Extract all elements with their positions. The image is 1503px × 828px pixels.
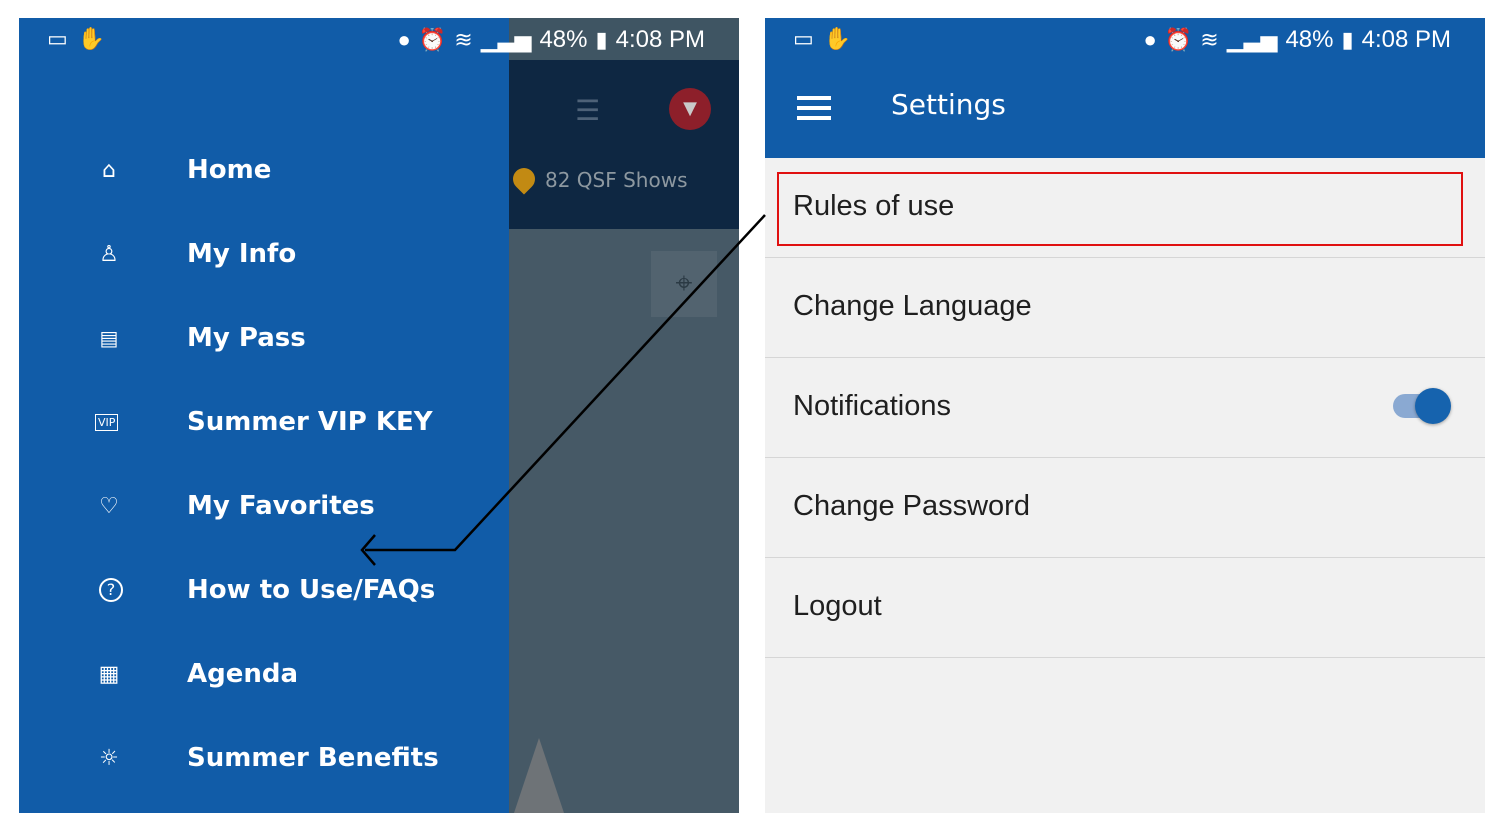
map-toolbar xyxy=(509,60,739,229)
menu-item-label: How to Use/FAQs xyxy=(187,575,436,605)
menu-item-label: My Favorites xyxy=(187,491,375,521)
setting-label: Change Password xyxy=(793,490,1030,522)
toggle-knob[interactable] xyxy=(1415,388,1451,424)
wifi-icon: ≋ xyxy=(454,27,473,52)
heart-icon: ♡ xyxy=(99,493,119,519)
menu-item-label: Agenda xyxy=(187,659,299,689)
battery-percent: 48% xyxy=(539,26,588,53)
setting-rules-of-use[interactable]: Rules of use xyxy=(765,158,1485,258)
signal-icon: ▁▃▅ xyxy=(480,27,532,52)
filter-icon[interactable]: ▼ xyxy=(669,88,711,130)
status-bar: ▭ ✋ ● ⏰ ≋ ▁▃▅ 48% ▮ 4:08 PM xyxy=(19,18,739,62)
alarm-icon: ⏰ xyxy=(418,27,447,52)
menu-item-label: My Pass xyxy=(187,323,306,353)
hand-icon: ✋ xyxy=(77,26,106,51)
battery-icon: ▮ xyxy=(1341,27,1354,52)
laptop-icon: ▭ xyxy=(47,26,68,51)
shows-count-label: 82 QSF Shows xyxy=(545,168,688,192)
setting-notifications: Notifications xyxy=(765,358,1485,458)
setting-label: Change Language xyxy=(793,290,1032,322)
page-title: Settings xyxy=(891,88,1006,121)
setting-label: Logout xyxy=(793,590,882,622)
list-icon[interactable]: ☰ xyxy=(575,94,600,127)
laptop-icon: ▭ xyxy=(793,26,814,51)
setting-change-password[interactable]: Change Password xyxy=(765,458,1485,558)
location-pin-icon: ● xyxy=(1143,27,1157,52)
menu-item-my-pass[interactable]: ▤ My Pass xyxy=(19,308,509,368)
alarm-icon: ⏰ xyxy=(1164,27,1193,52)
menu-item-label: Summer Benefits xyxy=(187,743,439,773)
hand-icon: ✋ xyxy=(823,26,852,51)
setting-label: Rules of use xyxy=(793,190,955,222)
battery-icon: ▮ xyxy=(595,27,608,52)
setting-label: Notifications xyxy=(793,390,951,422)
help-icon: ? xyxy=(99,578,123,602)
map-landmark xyxy=(514,738,564,813)
menu-item-faqs[interactable]: ? How to Use/FAQs xyxy=(19,560,509,620)
menu-item-my-info[interactable]: ♙ My Info xyxy=(19,224,509,284)
status-bar: ▭ ✋ ● ⏰ ≋ ▁▃▅ 48% ▮ 4:08 PM xyxy=(765,18,1485,62)
wifi-icon: ≋ xyxy=(1200,27,1219,52)
signal-icon: ▁▃▅ xyxy=(1226,27,1278,52)
setting-logout[interactable]: Logout xyxy=(765,558,1485,658)
menu-item-my-favorites[interactable]: ♡ My Favorites xyxy=(19,476,509,536)
menu-item-agenda[interactable]: ▦ Agenda xyxy=(19,644,509,704)
hamburger-menu-icon[interactable] xyxy=(797,96,831,126)
location-pin-icon: ● xyxy=(397,27,411,52)
clock: 4:08 PM xyxy=(1361,26,1451,53)
setting-change-language[interactable]: Change Language xyxy=(765,258,1485,358)
sun-icon: ☼ xyxy=(99,745,119,771)
menu-item-summer-benefits[interactable]: ☼ Summer Benefits xyxy=(19,728,509,788)
calendar-icon: ▦ xyxy=(98,661,120,687)
menu-item-label: Summer VIP KEY xyxy=(187,407,433,437)
menu-item-home[interactable]: ⌂ Home xyxy=(19,140,509,200)
clock: 4:08 PM xyxy=(615,26,705,53)
locate-icon[interactable]: ⌖ xyxy=(651,251,717,317)
menu-item-label: My Info xyxy=(187,239,297,269)
navigation-drawer: ⌂ Home ♙ My Info ▤ My Pass VIP Summer VI… xyxy=(19,18,509,813)
id-card-icon: ▤ xyxy=(99,326,119,350)
menu-item-summer-vip-key[interactable]: VIP Summer VIP KEY xyxy=(19,392,509,452)
right-phone-screen: Settings Rules of use Change Language No… xyxy=(765,18,1485,813)
home-icon: ⌂ xyxy=(102,157,116,183)
menu-item-label: Home xyxy=(187,155,272,185)
vip-ticket-icon: VIP xyxy=(95,413,119,431)
battery-percent: 48% xyxy=(1285,26,1334,53)
left-phone-screen: ☰ ▼ 82 QSF Shows ⌖ ⌂ Home ♙ My Info ▤ My… xyxy=(19,18,739,813)
person-icon: ♙ xyxy=(99,241,119,267)
